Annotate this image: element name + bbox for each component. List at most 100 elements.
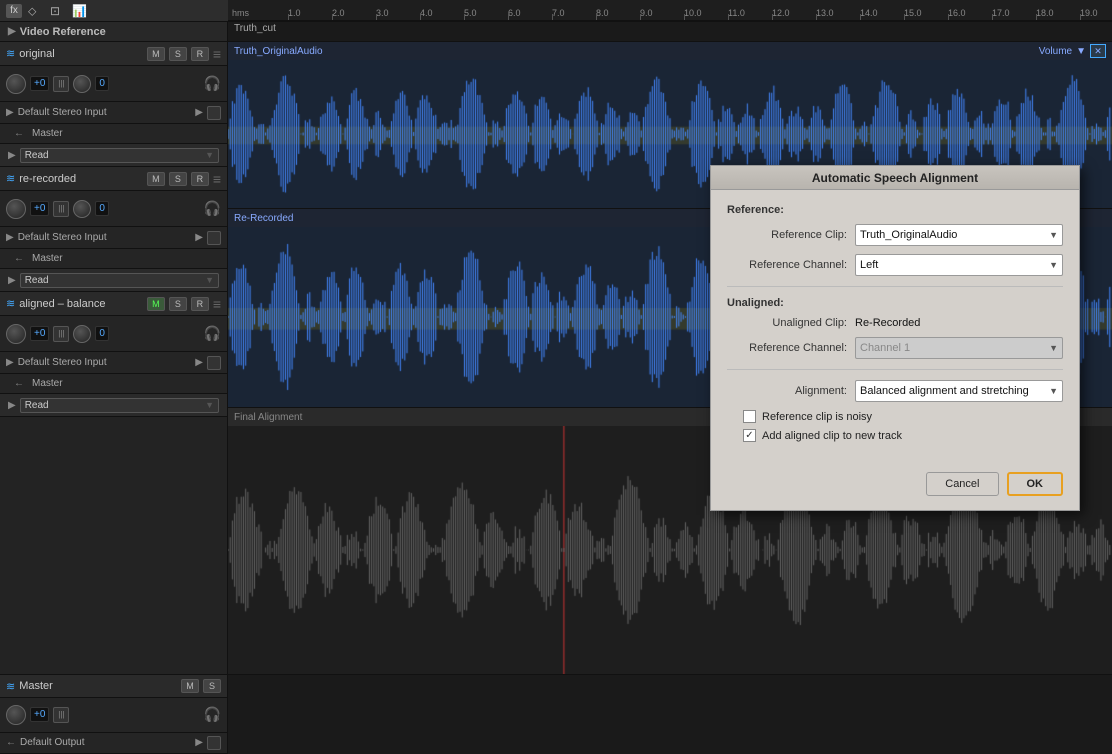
master-vol-knob[interactable] bbox=[6, 705, 26, 725]
track-rec-btn-3[interactable]: R bbox=[191, 297, 209, 311]
track-left-arrow-2: ← bbox=[14, 253, 24, 264]
track-pan-knob-1[interactable] bbox=[73, 75, 91, 93]
track3-clip-label: Final Alignment bbox=[234, 412, 302, 423]
track-rerecorded: ≋ re-recorded M S R ≡ +0 ||| 0 🎧 ▶ Defau… bbox=[0, 167, 227, 292]
reference-channel-select[interactable]: Left ▼ bbox=[855, 254, 1063, 276]
keyframe-icon[interactable]: ⬦ bbox=[28, 4, 44, 18]
track-rec-btn-1[interactable]: R bbox=[191, 47, 209, 61]
track-edit-btn-1[interactable] bbox=[207, 106, 221, 120]
track-read-dropdown-1[interactable]: Read ▼ bbox=[20, 148, 219, 163]
track-pan-knob-3[interactable] bbox=[73, 325, 91, 343]
track-read-label-2: Read bbox=[25, 275, 49, 286]
track-rec-btn-2[interactable]: R bbox=[191, 172, 209, 186]
track-headphone-icon-3: 🎧 bbox=[204, 325, 221, 342]
reference-clip-select[interactable]: Truth_OriginalAudio ▼ bbox=[855, 224, 1063, 246]
unaligned-clip-label: Unaligned Clip: bbox=[727, 317, 847, 329]
track-original: ≋ original M S R ≡ +0 ||| 0 🎧 ▶ Default … bbox=[0, 42, 227, 167]
track-name-2: re-recorded bbox=[19, 173, 143, 185]
master-mute-btn[interactable]: M bbox=[181, 679, 199, 693]
master-output-label[interactable]: Default Output bbox=[20, 737, 191, 748]
top-toolbar: fx ⬦ ⊡ 📊 hms 1.02.03.04.05.06.07.08.09.0… bbox=[0, 0, 1112, 22]
track-read-label-3: Read bbox=[25, 400, 49, 411]
master-left-panel: ≋ Master M S +0 ||| 🎧 ← Default Output ▶ bbox=[0, 675, 228, 754]
ref-noisy-label: Reference clip is noisy bbox=[762, 411, 872, 423]
unaligned-clip-value: Re-Recorded bbox=[855, 317, 1063, 329]
track-read-label-1: Read bbox=[25, 150, 49, 161]
track-mute-btn-3[interactable]: M bbox=[147, 297, 165, 311]
graph-icon[interactable]: 📊 bbox=[72, 4, 88, 18]
track-menu-btn-3[interactable]: ≡ bbox=[213, 296, 221, 312]
track-read-dropdown-2[interactable]: Read ▼ bbox=[20, 273, 219, 288]
track-menu-btn-1[interactable]: ≡ bbox=[213, 46, 221, 62]
add-to-track-checkbox[interactable] bbox=[743, 429, 756, 442]
ref-clip-arrow: ▼ bbox=[1049, 230, 1058, 240]
volume-arrow[interactable]: ▼ bbox=[1076, 46, 1086, 57]
track-vol-display-1[interactable]: +0 bbox=[30, 76, 49, 91]
read-dropdown-arrow-2: ▼ bbox=[205, 275, 214, 285]
track-edit-btn-3[interactable] bbox=[207, 356, 221, 370]
track-read-dropdown-3[interactable]: Read ▼ bbox=[20, 398, 219, 413]
master-name: Master bbox=[19, 680, 177, 692]
track-pan-display-1[interactable]: 0 bbox=[95, 76, 109, 91]
unaligned-channel-select[interactable]: Channel 1 ▼ bbox=[855, 337, 1063, 359]
track-input-arrow-1[interactable]: ▶ bbox=[195, 107, 203, 118]
volume-label: Volume bbox=[1039, 46, 1072, 57]
dialog-titlebar: Automatic Speech Alignment bbox=[711, 166, 1079, 190]
track-input-label-3[interactable]: Default Stereo Input bbox=[18, 357, 192, 368]
track-expand-3[interactable]: ▶ bbox=[8, 400, 16, 411]
add-icon[interactable]: ⊡ bbox=[50, 4, 66, 18]
alignment-select[interactable]: Balanced alignment and stretching ▼ bbox=[855, 380, 1063, 402]
ref-noisy-checkbox[interactable] bbox=[743, 410, 756, 423]
master-edit-btn[interactable] bbox=[207, 736, 221, 750]
track1-close-btn[interactable]: ✕ bbox=[1090, 44, 1106, 58]
track-input-label-1[interactable]: Default Stereo Input bbox=[18, 107, 192, 118]
alignment-label: Alignment: bbox=[727, 385, 847, 397]
track-pan-display-3[interactable]: 0 bbox=[95, 326, 109, 341]
track-vol-display-3[interactable]: +0 bbox=[30, 326, 49, 341]
track-master-label-1: Master bbox=[32, 128, 63, 139]
ruler-hms-label: hms bbox=[228, 8, 249, 20]
track-name-3: aligned – balance bbox=[19, 298, 143, 310]
alignment-arrow: ▼ bbox=[1049, 386, 1058, 396]
track-vol-knob-2[interactable] bbox=[6, 199, 26, 219]
clip-name-bar: Truth_cut bbox=[228, 21, 282, 36]
master-vol-display[interactable]: +0 bbox=[30, 707, 49, 722]
track-vol-display-2[interactable]: +0 bbox=[30, 201, 49, 216]
ref-channel-label: Reference Channel: bbox=[727, 259, 847, 271]
track-vol-knob-1[interactable] bbox=[6, 74, 26, 94]
ref-clip-value: Truth_OriginalAudio bbox=[860, 229, 957, 241]
track-aligned: ≋ aligned – balance M S R ≡ +0 ||| 0 🎧 ▶… bbox=[0, 292, 227, 417]
ref-channel-arrow: ▼ bbox=[1049, 260, 1058, 270]
master-s-btn[interactable]: S bbox=[203, 679, 221, 693]
track-edit-btn-2[interactable] bbox=[207, 231, 221, 245]
track-master-label-3: Master bbox=[32, 378, 63, 389]
track-pan-knob-2[interactable] bbox=[73, 200, 91, 218]
fx-icon[interactable]: fx bbox=[6, 4, 22, 18]
master-output-arrow[interactable]: ▶ bbox=[195, 737, 203, 748]
track-wave-icon-3: ≋ bbox=[6, 297, 15, 310]
track-menu-btn-2[interactable]: ≡ bbox=[213, 171, 221, 187]
automatic-speech-alignment-dialog: Automatic Speech Alignment Reference: Re… bbox=[710, 165, 1080, 511]
track-input-arrow-2[interactable]: ▶ bbox=[195, 232, 203, 243]
track-pan-display-2[interactable]: 0 bbox=[95, 201, 109, 216]
track-mute-btn-1[interactable]: M bbox=[147, 47, 165, 61]
ok-button[interactable]: OK bbox=[1007, 472, 1064, 496]
track-expand-1[interactable]: ▶ bbox=[8, 150, 16, 161]
track-solo-btn-2[interactable]: S bbox=[169, 172, 187, 186]
track-expand-2[interactable]: ▶ bbox=[8, 275, 16, 286]
track-solo-btn-3[interactable]: S bbox=[169, 297, 187, 311]
read-dropdown-arrow-1: ▼ bbox=[205, 150, 214, 160]
ref-channel-value: Left bbox=[860, 259, 878, 271]
unaligned-channel-label: Reference Channel: bbox=[727, 342, 847, 354]
track-mute-btn-2[interactable]: M bbox=[147, 172, 165, 186]
track-arrow-right-3: ▶ bbox=[6, 357, 14, 368]
track-input-label-2[interactable]: Default Stereo Input bbox=[18, 232, 192, 243]
track-left-arrow-1: ← bbox=[14, 128, 24, 139]
cancel-button[interactable]: Cancel bbox=[926, 472, 998, 496]
track-solo-btn-1[interactable]: S bbox=[169, 47, 187, 61]
track-wave-icon-1: ≋ bbox=[6, 47, 15, 60]
master-meter: ||| bbox=[53, 707, 69, 723]
track-input-arrow-3[interactable]: ▶ bbox=[195, 357, 203, 368]
track-arrow-right-2: ▶ bbox=[6, 232, 14, 243]
track-vol-knob-3[interactable] bbox=[6, 324, 26, 344]
